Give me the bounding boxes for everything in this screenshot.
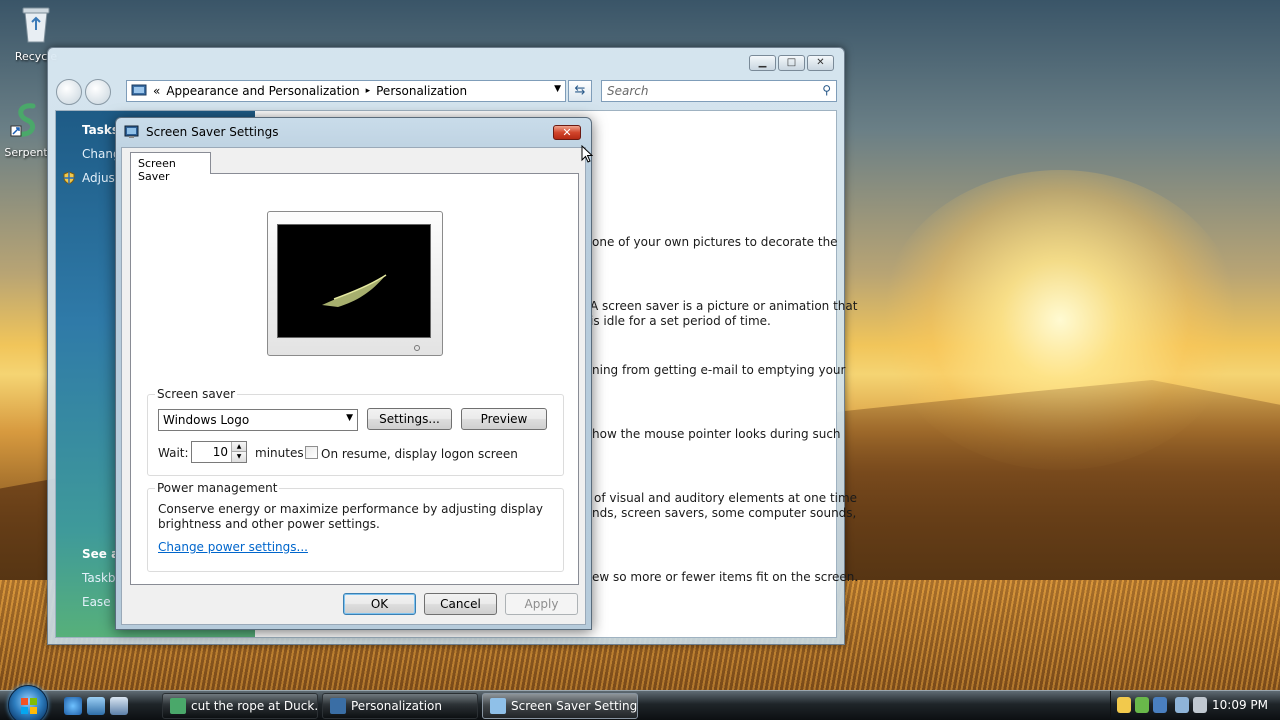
monitor-power-led [414,345,420,351]
shield-icon [63,171,75,185]
taskbar-button-serpent[interactable]: cut the rope at Duck... [162,693,318,719]
description-text: ew so more or fewer items fit on the scr… [592,570,859,584]
tab-screen-saver[interactable]: Screen Saver [130,152,211,183]
breadcrumb-chevrons[interactable]: « [153,84,160,98]
minutes-label: minutes [255,446,304,460]
screen-saver-select[interactable]: Windows Logo ▼ [158,409,358,431]
screensaver-icon [490,698,506,714]
taskbar-button-personalization[interactable]: Personalization [322,693,478,719]
back-button[interactable] [56,79,82,105]
window-controls: ▁ □ ✕ [749,55,834,71]
search-input[interactable]: Search ⚲ [601,80,837,102]
description-text: A screen saver is a picture or animation… [590,299,858,313]
screen-saver-dialog: Screen Saver Settings ✕ Screen Saver Scr… [115,117,592,630]
power-management-group: Power management Conserve energy or maxi… [147,481,564,572]
show-desktop-icon[interactable] [87,697,105,715]
system-tray: 10:09 PM [1110,691,1280,720]
switch-windows-icon[interactable] [110,697,128,715]
recycle-bin-icon [22,7,50,43]
taskbar-button-label: cut the rope at Duck... [191,699,318,713]
breadcrumb-appearance[interactable]: Appearance and Personalization [166,84,359,98]
app-tray-icon[interactable] [1153,697,1167,713]
windows-logo-icon [21,698,37,714]
description-text: ning from getting e-mail to emptying you… [592,363,846,377]
start-button[interactable] [8,685,48,720]
serpent-app-icon [170,698,186,714]
minimize-button[interactable]: ▁ [749,55,776,71]
control-panel-icon [131,84,147,96]
power-group-title: Power management [155,481,280,495]
screen-saver-group: Screen saver Windows Logo ▼ Settings... … [147,387,564,476]
resume-logon-checkbox[interactable] [305,446,318,459]
network-icon[interactable] [1175,697,1189,713]
taskbar-button-label: Personalization [351,699,442,713]
spin-up-icon[interactable]: ▲ [231,442,246,452]
chevron-down-icon: ▼ [346,413,353,423]
taskbar: cut the rope at Duck... Personalization … [0,685,1280,720]
cancel-button[interactable]: Cancel [424,593,497,615]
dialog-title: Screen Saver Settings [146,125,279,139]
windows-logo-ribbon [322,274,387,307]
screen-saver-selected: Windows Logo [163,413,250,427]
internet-explorer-icon[interactable] [64,697,82,715]
power-description-1: Conserve energy or maximize performance … [158,502,543,516]
close-icon: ✕ [562,126,572,139]
task-link-adjust-label: Adjust [82,171,120,185]
refresh-icon: ⇆ [574,83,586,98]
taskbar-button-label: Screen Saver Settings [511,699,638,713]
address-bar[interactable]: « Appearance and Personalization ▸ Perso… [126,80,566,102]
refresh-button[interactable]: ⇆ [568,80,592,102]
breadcrumb-personalization[interactable]: Personalization [376,84,467,98]
dialog-titlebar[interactable]: Screen Saver Settings [124,124,279,140]
security-shield-icon[interactable] [1117,697,1131,713]
control-panel-icon [330,698,346,714]
checkmark-icon[interactable] [1135,697,1149,713]
volume-muted-icon[interactable] [1193,697,1207,713]
serpent-app-icon [10,103,36,137]
apply-button[interactable]: Apply [505,593,578,615]
ok-button[interactable]: OK [343,593,416,615]
screensaver-icon [124,125,139,138]
search-placeholder: Search [607,84,649,98]
spin-down-icon[interactable]: ▼ [231,452,246,462]
search-icon[interactable]: ⚲ [822,83,831,97]
taskbar-clock[interactable]: 10:09 PM [1212,698,1268,712]
mouse-cursor-icon [581,145,593,163]
resume-logon-label[interactable]: On resume, display logon screen [321,447,518,461]
taskbar-button-screen-saver[interactable]: Screen Saver Settings [482,693,638,719]
description-text: how the mouse pointer looks during such [592,427,841,441]
settings-button[interactable]: Settings... [367,408,452,430]
wait-label: Wait: [158,446,189,460]
address-dropdown-icon[interactable]: ▼ [554,84,561,94]
dialog-client: Screen Saver Screen saver Windows Logo ▼… [121,147,586,625]
preview-button[interactable]: Preview [461,408,547,430]
description-text: nds, screen savers, some computer sounds… [592,506,857,520]
power-description-2: brightness and other power settings. [158,517,380,531]
wait-minutes-stepper[interactable]: 10 ▲ ▼ [191,441,247,463]
forward-button[interactable] [85,79,111,105]
maximize-button[interactable]: □ [778,55,805,71]
preview-monitor [267,211,443,356]
description-text: one of your own pictures to decorate the [592,235,838,249]
wait-value: 10 [212,445,228,459]
screen-saver-panel: Screen saver Windows Logo ▼ Settings... … [130,173,579,585]
description-text: is idle for a set period of time. [590,314,771,328]
description-text: of visual and auditory elements at one t… [594,491,858,505]
screen-saver-group-title: Screen saver [155,387,238,401]
close-window-button[interactable]: ✕ [807,55,834,71]
preview-screen [277,224,431,338]
dialog-close-button[interactable]: ✕ [553,125,581,140]
breadcrumb-separator[interactable]: ▸ [366,86,371,96]
change-power-settings-link[interactable]: Change power settings... [158,540,308,554]
